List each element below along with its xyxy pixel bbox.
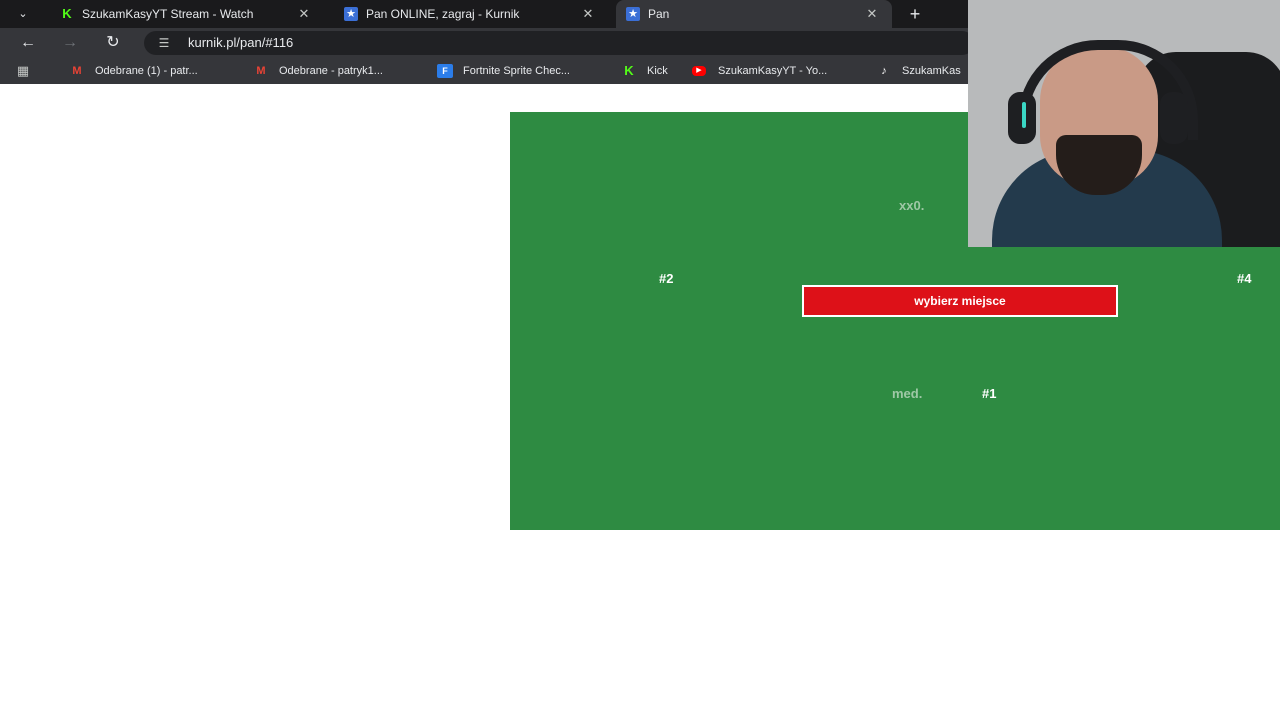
choose-seat-button[interactable]: wybierz miejsce [802, 285, 1118, 317]
player-top-name: xx0. [899, 198, 925, 213]
tab-title: Pan [648, 7, 670, 21]
seat-4-label[interactable]: #4 [1237, 272, 1251, 286]
youtube-icon: ▶ [692, 66, 706, 76]
seat-2-label[interactable]: #2 [659, 272, 673, 286]
headset-earcup-right [1160, 92, 1188, 144]
tab-kurnik-pan[interactable]: ★ Pan ONLINE, zagraj - Kurnik ✕ [334, 0, 610, 28]
reload-icon[interactable]: ↻ [103, 33, 123, 53]
headset-light [1022, 102, 1026, 128]
bookmark-fortnite[interactable]: F Fortnite Sprite Chec... [437, 62, 607, 80]
kick-icon: K [624, 63, 634, 78]
bookmark-kick[interactable]: K Kick [621, 62, 681, 80]
tab-title: SzukamKasyYT Stream - Watch [82, 7, 254, 21]
tiktok-icon: ♪ [881, 65, 887, 77]
gmail-icon: M [72, 65, 82, 77]
tab-title: Pan ONLINE, zagraj - Kurnik [366, 7, 520, 21]
gmail-icon: M [256, 65, 266, 77]
back-arrow-icon[interactable]: ← [18, 33, 38, 53]
close-icon[interactable]: ✕ [864, 6, 880, 22]
address-bar[interactable]: ☰ kurnik.pl/pan/#116 [144, 31, 974, 55]
bookmark-label: Odebrane - patryk1... [279, 65, 383, 77]
player-bottom-name: med. [892, 386, 923, 401]
address-url: kurnik.pl/pan/#116 [188, 35, 294, 50]
star-icon: ★ [626, 7, 640, 21]
site-settings-icon[interactable]: ☰ [156, 35, 172, 51]
headset-earcup-left [1008, 92, 1036, 144]
forward-arrow-icon[interactable]: → [60, 33, 80, 53]
fortnite-icon: F [437, 64, 453, 78]
new-tab-button[interactable]: + [905, 4, 925, 24]
star-icon: ★ [344, 7, 358, 21]
bookmark-label: SzukamKas [902, 65, 961, 77]
tab-kick-stream[interactable]: K SzukamKasyYT Stream - Watch ✕ [50, 0, 326, 28]
webcam-overlay [968, 0, 1280, 247]
apps-grid-icon[interactable]: ▦ [15, 64, 31, 78]
tab-pan-active[interactable]: ★ Pan ✕ [616, 0, 892, 28]
bookmark-label: SzukamKasyYT - Yo... [718, 65, 828, 77]
seat-1-label[interactable]: #1 [982, 387, 996, 401]
bookmark-gmail-2[interactable]: M Odebrane - patryk1... [253, 62, 423, 80]
bookmark-label: Kick [647, 65, 668, 77]
close-icon[interactable]: ✕ [296, 6, 312, 22]
bookmark-label: Fortnite Sprite Chec... [463, 65, 570, 77]
kick-icon: K [60, 7, 74, 21]
close-icon[interactable]: ✕ [580, 6, 596, 22]
tab-search-icon[interactable]: ⌄ [12, 4, 34, 24]
bookmark-label: Odebrane (1) - patr... [95, 65, 198, 77]
bookmark-youtube[interactable]: ▶ SzukamKasyYT - Yo... [692, 62, 862, 80]
bookmark-tiktok[interactable]: ♪ SzukamKas [876, 62, 976, 80]
bookmark-gmail-1[interactable]: M Odebrane (1) - patr... [69, 62, 239, 80]
